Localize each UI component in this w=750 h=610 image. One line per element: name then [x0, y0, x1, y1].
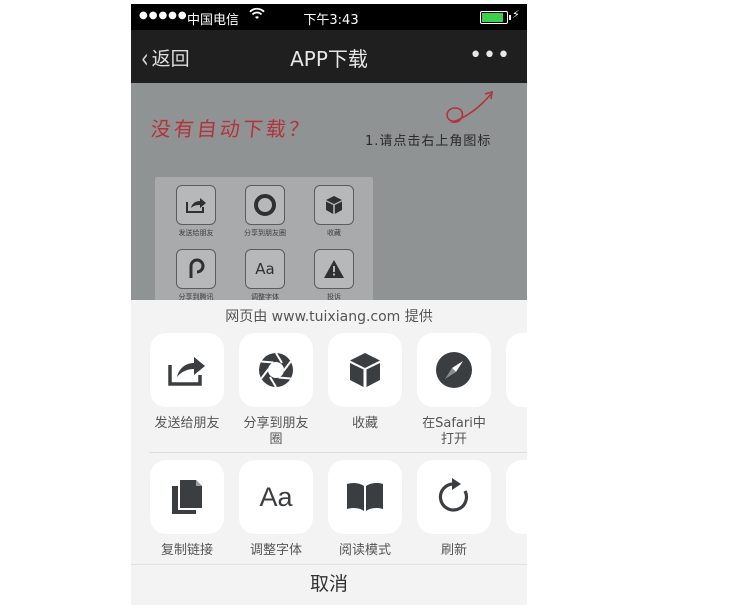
copy-icon: [150, 460, 224, 534]
action-label: 在Safari中 打开: [422, 416, 486, 447]
preview-item: 投诉: [303, 249, 365, 302]
action-label: 调整字体: [249, 543, 302, 558]
status-bar: ●●●●● 中国电信 下午3:43 ⚡: [131, 4, 527, 30]
back-button[interactable]: ‹ 返回: [141, 44, 190, 75]
battery-icon: [480, 11, 511, 24]
back-label: 返回: [151, 48, 190, 70]
book-icon: [328, 460, 402, 534]
web-content: 没有自动下载？ 1.请点击右上角图标 发送给朋友 分享到朋友圈 收藏 分享到腾讯…: [131, 83, 527, 303]
open-in-safari-button[interactable]: 在Safari中 打开: [416, 333, 492, 448]
partial-tool-icon: [506, 460, 527, 534]
page-title: APP下载: [290, 47, 368, 71]
refresh-button[interactable]: 刷新: [416, 460, 492, 559]
warning-icon: [314, 249, 354, 289]
copy-link-button[interactable]: 复制链接: [149, 460, 225, 559]
aperture-icon: [245, 185, 285, 225]
charging-icon: ⚡: [512, 8, 520, 21]
refresh-icon: [417, 460, 491, 534]
more-tool-button[interactable]: [505, 460, 527, 534]
status-time: 下午3:43: [303, 13, 359, 28]
action-label: 复制链接: [160, 543, 213, 558]
action-row-tools: 复制链接 Aa 调整字体 阅读模式 刷新: [131, 460, 527, 580]
adjust-font-button[interactable]: Aa 调整字体: [238, 460, 314, 559]
aperture-icon: [239, 333, 313, 407]
chevron-left-icon: ‹: [141, 43, 149, 75]
instruction-text: 1.请点击右上角图标: [365, 134, 492, 149]
share-icon: [150, 333, 224, 407]
headline-no-auto-download: 没有自动下载？: [149, 117, 314, 141]
arrow-doodle-icon: [446, 90, 493, 123]
action-row-share: 发送给朋友 分享到朋友圈 收藏 在Safari中 打开: [131, 333, 527, 453]
tutorial-preview-panel: 发送给朋友 分享到朋友圈 收藏 分享到腾讯 Aa 调整字体 投诉: [155, 177, 373, 303]
cube-icon: [328, 333, 402, 407]
row-divider: [150, 452, 527, 453]
preview-item: Aa 调整字体: [234, 249, 296, 302]
preview-item: 分享到腾讯: [165, 249, 227, 302]
signal-indicator: ●●●●●: [139, 10, 188, 21]
wifi-icon: [249, 7, 265, 25]
send-to-friend-button[interactable]: 发送给朋友: [149, 333, 225, 432]
action-label: 发送给朋友: [154, 416, 220, 431]
partial-action-icon: [506, 333, 527, 407]
font-icon: Aa: [245, 249, 285, 289]
share-to-moments-button[interactable]: 分享到朋友圈: [238, 333, 314, 448]
preview-item: 发送给朋友: [165, 185, 227, 238]
preview-item: 分享到朋友圈: [234, 185, 296, 238]
provided-by-text: 网页由 www.tuixiang.com 提供: [225, 309, 433, 325]
reading-mode-button[interactable]: 阅读模式: [327, 460, 403, 559]
more-action-button[interactable]: [505, 333, 527, 407]
action-label: 刷新: [440, 543, 467, 558]
carrier-name: 中国电信: [187, 13, 240, 28]
cancel-button[interactable]: 取消: [131, 564, 527, 605]
action-label: 收藏: [351, 416, 378, 431]
cube-icon: [314, 185, 354, 225]
action-label: 分享到朋友圈: [243, 416, 309, 447]
share-icon: [176, 185, 216, 225]
action-sheet: 网页由 www.tuixiang.com 提供 发送给朋友 分享到朋友圈 收藏 …: [131, 300, 527, 605]
favorite-button[interactable]: 收藏: [327, 333, 403, 432]
p-icon: [176, 249, 216, 289]
navigation-bar: ‹ 返回 APP下载 •••: [131, 30, 527, 83]
preview-item: 收藏: [303, 185, 365, 238]
phone-screen: ●●●●● 中国电信 下午3:43 ⚡ ‹ 返回 APP下载 ••• 没有自动下载…: [131, 4, 527, 605]
more-options-button[interactable]: •••: [469, 43, 511, 68]
compass-icon: [417, 333, 491, 407]
action-label: 阅读模式: [338, 543, 391, 558]
font-icon: Aa: [239, 460, 313, 534]
